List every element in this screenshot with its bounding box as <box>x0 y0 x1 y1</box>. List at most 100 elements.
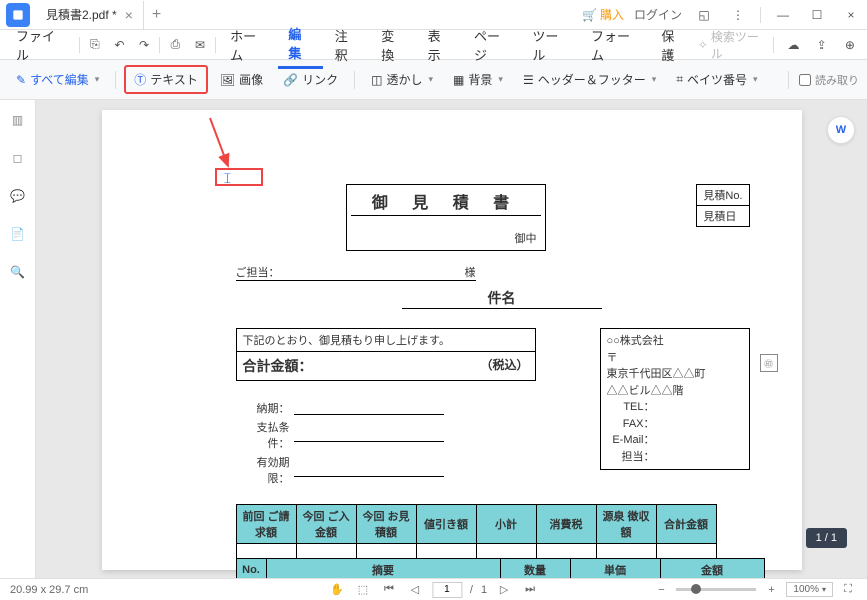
est-date-label: 見積日 <box>697 206 748 226</box>
page-input[interactable] <box>432 582 462 598</box>
pencil-icon: ✎ <box>16 73 26 87</box>
redo-icon[interactable]: ↷ <box>133 33 156 57</box>
zoom-out-icon[interactable]: − <box>652 581 670 599</box>
chevron-down-icon: ▾ <box>498 74 503 85</box>
menu-tool[interactable]: ツール <box>522 22 579 68</box>
company-box: ○○株式会社 〒 東京千代田区△△町 △△ビル△△階 TEL： FAX： E-M… <box>600 328 750 470</box>
chevron-down-icon: ▾ <box>95 74 100 85</box>
contact-line: ご担当： 様 <box>236 264 476 281</box>
doc-onchu: 御中 <box>351 216 541 246</box>
text-icon: Ⓣ <box>134 71 146 88</box>
description-block: 下記のとおり、御見積もり申し上げます。 合計金額： （税込） <box>236 328 536 381</box>
search-panel-icon[interactable]: 🔍 <box>6 260 30 284</box>
ocr-checkbox[interactable]: 読み取り <box>799 72 859 88</box>
tab-title: 見積書2.pdf * <box>46 6 117 23</box>
hand-tool-icon[interactable]: ✋ <box>328 581 346 599</box>
prev-page-icon[interactable]: ◁ <box>406 581 424 599</box>
canvas-area[interactable]: 𝙸 御 見 積 書 御中 見積No. 見積日 ご担当： 様 件名 下記のとおり、… <box>36 100 867 578</box>
desc-text: 下記のとおり、御見積もり申し上げます。 <box>236 328 536 352</box>
bates-icon: ⌗ <box>676 72 683 87</box>
estimate-no-box: 見積No. 見積日 <box>696 184 749 227</box>
header-footer-button[interactable]: ☰ ヘッダー＆フッター ▾ <box>515 67 664 92</box>
select-tool-icon[interactable]: ⬚ <box>354 581 372 599</box>
chevron-down-icon: ▾ <box>822 585 826 594</box>
summary-table: 前回 ご請求額 今回 ご入金額 今回 お見積額 値引き額 小計 消費税 源泉 徴… <box>236 504 717 560</box>
statusbar: 20.99 x 29.7 cm ✋ ⬚ ⏮ ◁ / 1 ▷ ⏭ − + 100%… <box>0 578 867 600</box>
image-icon: 🖼 <box>220 73 235 87</box>
first-page-icon[interactable]: ⏮ <box>380 581 398 599</box>
login-link[interactable]: ログイン <box>634 6 682 23</box>
image-tool-button[interactable]: 🖼 画像 <box>212 67 271 92</box>
menu-home[interactable]: ホーム <box>220 22 276 68</box>
zoom-in-icon[interactable]: + <box>762 581 780 599</box>
minimize-button[interactable]: — <box>771 3 795 27</box>
menubar: ファイル ⎘ ↶ ↷ ⎙ ✉ ホーム 編集 注釈 変換 表示 ページ ツール フ… <box>0 30 867 60</box>
bookmark-icon[interactable]: ◻ <box>6 146 30 170</box>
doc-title-box: 御 見 積 書 御中 <box>346 184 546 251</box>
last-page-icon[interactable]: ⏭ <box>521 581 539 599</box>
attachment-icon[interactable]: 📄 <box>6 222 30 246</box>
fit-page-icon[interactable]: ⛶ <box>839 581 857 599</box>
subject: 件名 <box>402 288 602 309</box>
detail-table: No. 摘要 数量 単価 金額 <box>236 558 765 578</box>
thumbnails-icon[interactable]: ▥ <box>6 108 30 132</box>
menu-comment[interactable]: 注釈 <box>325 22 369 68</box>
purchase-link[interactable]: 🛒 購入 <box>582 6 624 23</box>
chevron-down-icon: ▾ <box>753 74 758 85</box>
page-total: 1 <box>481 584 487 596</box>
background-button[interactable]: ▦ 背景 ▾ <box>445 67 511 92</box>
text-cursor-icon: 𝙸 <box>223 171 233 185</box>
menu-edit[interactable]: 編集 <box>278 20 322 69</box>
kebab-menu-icon[interactable]: ⋮ <box>726 3 750 27</box>
page-dimensions: 20.99 x 29.7 cm <box>10 584 88 596</box>
word-export-icon[interactable]: W <box>827 116 855 144</box>
wand-icon: ✧ <box>698 38 708 52</box>
header-footer-icon: ☰ <box>523 73 534 87</box>
menu-convert[interactable]: 変換 <box>371 22 415 68</box>
maximize-button[interactable]: ☐ <box>805 3 829 27</box>
search-tool[interactable]: ✧ 検索ツール <box>698 28 766 62</box>
print-icon[interactable]: ⎙ <box>164 33 187 57</box>
left-sidebar: ▥ ◻ 💬 📄 🔍 <box>0 100 36 578</box>
link-tool-button[interactable]: 🔗 リンク <box>275 67 346 92</box>
zoom-slider[interactable] <box>676 588 756 591</box>
menu-form[interactable]: フォーム <box>581 22 649 68</box>
next-page-icon[interactable]: ▷ <box>495 581 513 599</box>
close-window-button[interactable]: × <box>839 3 863 27</box>
cloud-icon[interactable]: ☁ <box>782 33 804 57</box>
edit-all-button[interactable]: ✎ すべて編集 ▾ <box>8 67 107 92</box>
terms-block: 納期： 支払条件： 有効期限： <box>236 400 444 489</box>
comment-panel-icon[interactable]: 💬 <box>6 184 30 208</box>
menu-view[interactable]: 表示 <box>418 22 462 68</box>
zoom-value[interactable]: 100% ▾ <box>786 582 833 597</box>
total-line: 合計金額： （税込） <box>236 352 536 381</box>
link-icon: 🔗 <box>283 73 298 87</box>
est-no-label: 見積No. <box>697 185 748 206</box>
text-tool-button[interactable]: Ⓣ テキスト <box>124 65 208 94</box>
menu-file[interactable]: ファイル <box>6 22 75 68</box>
share-icon[interactable]: ⇪ <box>811 33 833 57</box>
menu-page[interactable]: ページ <box>464 22 520 68</box>
more-icon[interactable]: ⊕ <box>839 33 861 57</box>
ocr-checkbox-input[interactable] <box>799 74 811 86</box>
cart-icon: 🛒 <box>582 8 597 22</box>
main-area: ▥ ◻ 💬 📄 🔍 𝙸 御 見 積 書 御中 見積No. 見積日 <box>0 100 867 578</box>
menu-protect[interactable]: 保護 <box>651 22 695 68</box>
doc-title: 御 見 積 書 <box>351 189 541 216</box>
page-nav: ✋ ⬚ ⏮ ◁ / 1 ▷ ⏭ <box>328 581 539 599</box>
open-icon[interactable]: ⎘ <box>84 33 107 57</box>
chevron-down-icon: ▾ <box>429 74 434 85</box>
chevron-down-icon: ▾ <box>652 74 657 85</box>
watermark-icon: ◫ <box>371 73 382 87</box>
text-edit-box[interactable]: 𝙸 <box>215 168 263 186</box>
pdf-page[interactable]: 𝙸 御 見 積 書 御中 見積No. 見積日 ご担当： 様 件名 下記のとおり、… <box>102 110 802 570</box>
undo-icon[interactable]: ↶ <box>108 33 131 57</box>
background-icon: ▦ <box>453 73 464 87</box>
page-indicator: 1 / 1 <box>806 528 847 548</box>
add-tab-button[interactable]: + <box>144 6 169 24</box>
close-tab-icon[interactable]: × <box>125 7 133 23</box>
bates-button[interactable]: ⌗ ベイツ番号 ▾ <box>668 67 765 92</box>
email-icon[interactable]: ✉ <box>189 33 212 57</box>
stamp-placeholder: ㊞ <box>760 354 778 372</box>
watermark-button[interactable]: ◫ 透かし ▾ <box>363 67 441 92</box>
